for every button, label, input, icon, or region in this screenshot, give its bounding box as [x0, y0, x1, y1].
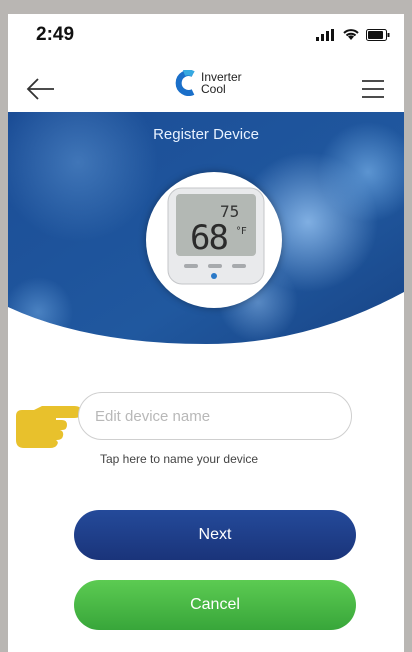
logo-mark-icon: [175, 70, 195, 96]
inverter-cool-logo: Inverter Cool: [174, 70, 242, 96]
battery-icon: [366, 28, 390, 41]
status-bar: 2:49: [8, 14, 404, 58]
cancel-button[interactable]: Cancel: [74, 580, 356, 630]
hamburger-menu-icon[interactable]: [358, 74, 388, 104]
hero-banner: Register Device 75 68 °F: [8, 112, 404, 362]
cellular-signal-icon: [316, 28, 334, 41]
status-icons: [316, 28, 390, 41]
device-temp-unit: °F: [236, 226, 247, 237]
next-button[interactable]: Next: [74, 510, 356, 560]
phone-screen: 2:49 Inverter Cool Register Device 75 68…: [8, 14, 404, 652]
status-time: 2:49: [36, 24, 75, 45]
thermostat-device-image: 75 68 °F: [146, 172, 282, 308]
wifi-icon: [343, 29, 359, 40]
pointing-hand-icon: [16, 406, 82, 448]
page-title: Register Device: [153, 126, 259, 143]
logo-line2: Cool: [201, 82, 226, 96]
device-temp-large: 68: [190, 218, 229, 258]
back-arrow-icon[interactable]: [24, 74, 58, 104]
device-name-hint: Tap here to name your device: [100, 452, 259, 466]
device-name-input[interactable]: [78, 392, 352, 440]
app-header: Inverter Cool: [8, 66, 404, 112]
